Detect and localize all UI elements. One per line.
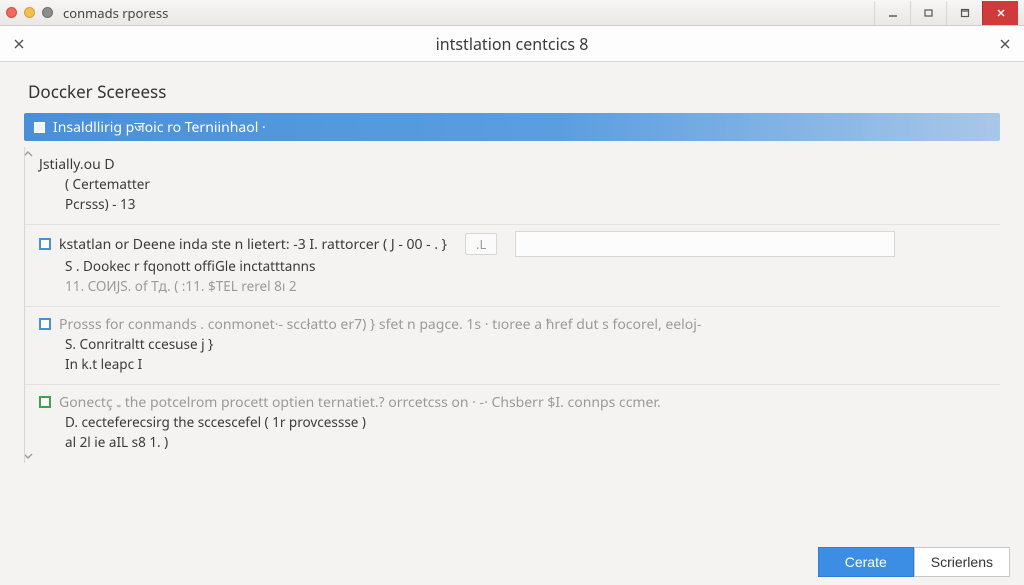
close-icon [995,7,1007,19]
restore-icon [923,7,935,19]
minimize-dot-icon[interactable] [24,7,35,18]
checkbox-icon[interactable] [39,396,51,408]
dialog-footer: Cerate Scrierlens [0,539,1024,585]
close-icon [999,38,1011,50]
step-label: Jstially.ou D [39,155,115,174]
window-title: conmads rporess [63,4,874,22]
page-title: Doccker Scereess [18,76,1006,113]
maximize-icon [959,7,971,19]
window-titlebar: conmads rporess [0,0,1024,26]
close-dot-icon[interactable] [6,7,17,18]
step-item: Jstially.ou D ( Certematter Pcrsss) - 13 [25,147,1000,224]
progress-label: Insaldllirig pजoic ro Terniinhaol · [53,118,266,137]
scroll-down-icon[interactable] [24,449,35,463]
step-line: S . Dookec r fqonott offiGle inctatttann… [65,257,990,277]
minimize-button[interactable] [874,1,910,25]
step-head[interactable]: Gonectç ₌ the potcelrom procett optien t… [39,391,990,413]
checkbox-icon[interactable] [39,318,51,330]
step-line: S. Conritraltt ccesuse j } [65,335,990,355]
step-body: ( Certematter Pcrsss) - 13 [39,175,990,214]
tab-close-left[interactable] [10,35,28,53]
tab-bar: intstlation centcics 8 [0,26,1024,62]
step-line: D. cecteferecsirg the sccescefel ( 1r pr… [65,413,990,433]
scroll-up-icon[interactable] [24,147,35,161]
step-line: ( Certematter [65,175,990,195]
step-item: kstatlan or Deene inda ste n lietert: -3… [25,224,1000,306]
tab-title: intstlation centcics 8 [36,33,988,55]
progress-bar: Insaldllirig pजoic ro Terniinhaol · [24,113,1000,141]
progress-square-icon [34,122,45,133]
minimize-icon [887,7,899,19]
checkbox-icon[interactable] [39,238,51,250]
step-head[interactable]: kstatlan or Deene inda ste n lietert: -3… [39,231,990,257]
create-button[interactable]: Cerate [818,547,914,577]
step-head[interactable]: Prosss for conmands . conmonet·- sccłatt… [39,313,990,335]
content-area: Doccker Scereess Insaldllirig pजoic ro T… [0,62,1024,585]
restore-button[interactable] [910,1,946,25]
step-body: S . Dookec r fqonott offiGle inctatttann… [39,257,990,296]
step-line: In k.t leapc I [65,355,990,375]
window-controls-right [874,1,1018,25]
step-line: Pcrsss) - 13 [65,195,990,215]
step-body: S. Conritraltt ccesuse j } In k.t leapc … [39,335,990,374]
steps-list: Jstially.ou D ( Certematter Pcrsss) - 13… [24,147,1000,463]
step-label: Gonectç ₌ the potcelrom procett optien t… [59,393,661,412]
step-label: Prosss for conmands . conmonet·- sccłatt… [59,315,701,334]
step-head: Jstially.ou D [39,153,990,175]
tab-close-right[interactable] [996,35,1014,53]
step-body: D. cecteferecsirg the sccescefel ( 1r pr… [39,413,990,452]
step-pill[interactable]: .L [465,233,497,255]
step-item: Prosss for conmands . conmonet·- sccłatt… [25,306,1000,384]
step-line: 11. COИJS. of Tд. ( :11. $TEL rerel 8ı 2 [65,277,990,297]
secondary-button[interactable]: Scrierlens [914,547,1010,577]
maximize-button[interactable] [946,1,982,25]
step-item: Gonectç ₌ the potcelrom procett optien t… [25,384,1000,462]
step-label: kstatlan or Deene inda ste n lietert: -3… [59,235,447,254]
close-button[interactable] [982,1,1018,25]
inactive-dot-icon [42,7,53,18]
step-input-box[interactable] [515,231,895,257]
step-line: al 2l ie aIL s8 1. ) [65,433,990,453]
close-icon [13,38,25,50]
window-controls-mac [6,7,53,18]
